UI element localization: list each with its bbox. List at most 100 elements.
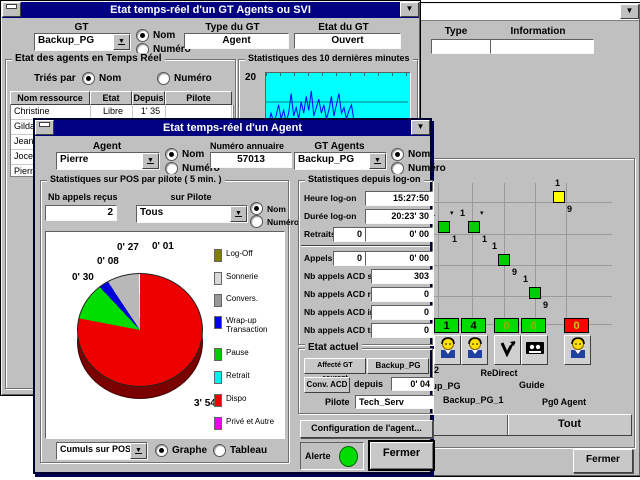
nb-appels-recus-field: 2: [45, 205, 117, 221]
stat-value: 20:23' 30: [365, 209, 433, 224]
stat-value: 0: [371, 323, 433, 338]
gt-courant-box[interactable]: Backup_PG: [367, 358, 429, 374]
agent-icon: [439, 337, 457, 364]
y-axis-max-label: 20: [245, 72, 256, 83]
col-header-pilote[interactable]: Pilote: [165, 91, 232, 105]
legend-swatch: [214, 348, 222, 361]
numero-annuaire-label: Numéro annuaire: [208, 141, 286, 151]
system-menu-icon[interactable]: [35, 120, 54, 135]
pie-label: 0' 30: [72, 272, 94, 283]
type-field[interactable]: [431, 39, 496, 54]
node-count-label: 9: [543, 300, 548, 310]
minimize-arrow-icon[interactable]: ▼: [411, 120, 430, 135]
type-du-gt-label: Type du GT: [184, 22, 281, 33]
partial-label: 2: [434, 365, 439, 375]
gt-combo[interactable]: Backup_PG ▼: [34, 33, 131, 51]
pie-chart-area: 0' 27 0' 01 0' 08 0' 30 3' 54 Log-Off So…: [45, 231, 285, 439]
cumuls-combo[interactable]: Cumuls sur POS ▼: [56, 442, 148, 460]
etat-actuel-group: Etat actuel Affecté GT courant Backup_PG…: [298, 348, 433, 414]
pie-label: 0' 08: [97, 256, 119, 267]
col-header-etat[interactable]: Etat: [90, 91, 132, 105]
combo-arrow-icon[interactable]: ▼: [113, 34, 130, 50]
config-agent-button[interactable]: Configuration de l'agent...: [300, 420, 433, 438]
redirect-label: ReDirect: [469, 368, 529, 378]
agent-combo[interactable]: Pierre ▼: [56, 152, 160, 170]
legend-item: Convers.: [214, 294, 258, 307]
divider: [301, 245, 430, 246]
node-count-label: 1: [482, 234, 487, 244]
backup-pg-1-label: Backup_PG_1: [443, 395, 504, 405]
grid-line: [472, 183, 473, 331]
pilote-nom-radio[interactable]: Nom: [250, 202, 286, 215]
combo-arrow-icon[interactable]: ▼: [369, 153, 386, 169]
script-diagram-group: 1 9 1 ▾ 1 1 ▾ 1 1 9 1 9 1 4 0 0 0: [425, 158, 635, 448]
legend-item: Wrap-up Transaction: [214, 316, 276, 334]
pos-stats-group: Statistiques sur POS par pilote ( 5 min.…: [40, 180, 289, 463]
grid-line: [535, 183, 536, 331]
stat-count: 0: [333, 227, 366, 242]
agent-group-button[interactable]: [461, 335, 488, 365]
desktop: ▼ Type Information 1 9 1 ▾ 1 1 ▾: [0, 0, 640, 480]
script-fermer-button[interactable]: Fermer: [573, 449, 633, 473]
statut-box[interactable]: Conv. ACD: [304, 377, 350, 393]
voicemail-button[interactable]: [521, 335, 548, 365]
sort-numero-radio[interactable]: Numéro: [157, 72, 212, 85]
legend-item: Sonnerie: [214, 272, 258, 285]
queue-count: 1: [434, 318, 459, 333]
script-node: [438, 221, 450, 233]
affecte-gt-box[interactable]: Affecté GT courant: [304, 358, 366, 374]
pilote-numero-radio[interactable]: Numéro: [250, 215, 299, 228]
col-header-nom-ressource[interactable]: Nom ressource: [10, 91, 90, 105]
legend-swatch: [214, 394, 222, 407]
pie-label: 0' 01: [152, 241, 174, 252]
node-count-label: 9: [567, 204, 572, 214]
alerte-box: Alerte: [300, 442, 364, 470]
script-node: [498, 254, 510, 266]
script-window-titlebar[interactable]: [414, 4, 639, 21]
gt-window-titlebar[interactable]: Etat temps-réel d'un GT Agents ou SVI: [2, 2, 419, 18]
legend-swatch: [214, 371, 222, 384]
legend-item: Dispo: [214, 394, 246, 407]
stat-count: 0: [333, 251, 366, 266]
agent-fermer-button[interactable]: Fermer: [368, 440, 435, 471]
gt-nom-radio[interactable]: Nom: [136, 29, 175, 42]
etat-actuel-title: Etat actuel: [305, 342, 362, 353]
cumuls-combo-value: Cumuls sur POS: [60, 444, 131, 454]
gt-window-title: Etat temps-réel d'un GT Agents ou SVI: [110, 4, 311, 16]
agent-combo-value: Pierre: [60, 154, 88, 165]
agent-window-titlebar[interactable]: Etat temps-réel d'un Agent: [35, 120, 430, 136]
col-header-depuis[interactable]: Depuis: [132, 91, 165, 105]
sur-pilote-combo[interactable]: Tous ▼: [136, 205, 248, 223]
agent-group-button[interactable]: [564, 335, 591, 365]
minimize-arrow-icon[interactable]: ▼: [400, 2, 419, 17]
node-count-label: 1: [492, 241, 497, 251]
information-field[interactable]: [490, 39, 594, 54]
combo-arrow-icon[interactable]: ▼: [230, 206, 247, 222]
agent-icon: [466, 337, 484, 364]
legend-swatch: [214, 249, 222, 262]
tableau-radio[interactable]: Tableau: [213, 444, 267, 457]
legend-swatch: [214, 316, 222, 329]
nb-appels-recus-label: Nb appels reçus: [48, 192, 118, 202]
redirect-button[interactable]: [494, 335, 521, 365]
combo-arrow-icon[interactable]: ▼: [142, 153, 159, 169]
graphe-radio[interactable]: Graphe: [155, 444, 207, 457]
stat-value: 15:27:50: [365, 191, 433, 206]
legend-swatch: [214, 272, 222, 285]
depuis-field: 0' 04: [391, 377, 434, 391]
type-header: Type: [427, 26, 485, 37]
etat-du-gt-label: Etat du GT: [294, 22, 393, 33]
combo-arrow-icon[interactable]: ▼: [130, 443, 147, 459]
minimize-arrow-icon[interactable]: ▼: [620, 4, 639, 19]
tout-tab[interactable]: Tout: [508, 418, 631, 430]
agent-nom-radio[interactable]: Nom: [165, 148, 204, 161]
node-count-label: 1: [523, 274, 528, 284]
gt-agents-combo[interactable]: Backup_PG ▼: [294, 152, 387, 170]
gt-agents-nom-radio[interactable]: Nom: [391, 148, 430, 161]
legend-swatch: [214, 417, 222, 430]
sur-pilote-label: sur Pilote: [151, 192, 231, 202]
system-menu-icon[interactable]: [2, 2, 21, 17]
sort-nom-radio[interactable]: Nom: [82, 72, 121, 85]
agent-group-button[interactable]: [434, 335, 461, 365]
gt-agents-label: GT Agents: [294, 141, 385, 152]
